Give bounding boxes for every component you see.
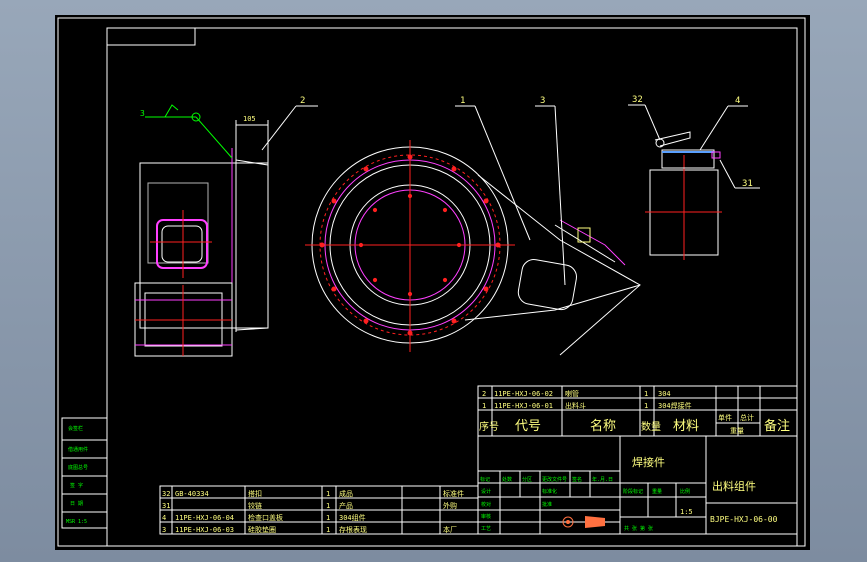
svg-text:存根表现: 存根表现 [339, 525, 367, 534]
svg-text:设计: 设计 [481, 488, 491, 495]
svg-text:批准: 批准 [542, 501, 552, 508]
bom-row-qty: 1 [644, 402, 648, 410]
bom-row-name: 出料斗 [565, 401, 586, 410]
svg-text:会签栏: 会签栏 [68, 425, 83, 432]
svg-text:共 张 第 张: 共 张 第 张 [624, 525, 653, 532]
svg-text:1: 1 [326, 490, 330, 498]
svg-text:标准件: 标准件 [443, 489, 464, 498]
svg-text:本厂: 本厂 [443, 525, 457, 534]
balloon-31: 31 [742, 179, 753, 189]
bom-row-code: 11PE-HXJ-06-02 [494, 390, 553, 398]
svg-text:检查口盖板: 检查口盖板 [248, 513, 283, 522]
svg-text:代号: 代号 [515, 419, 541, 434]
svg-text:重量: 重量 [730, 427, 744, 435]
svg-text:名称: 名称 [590, 418, 616, 434]
weld-symbol-label: 3 [140, 109, 145, 118]
balloon-32: 32 [632, 95, 643, 105]
bom-row-material: 304焊接件 [658, 401, 692, 410]
svg-text:日 期: 日 期 [70, 501, 83, 507]
drawing-sheet: 105 3 2 1 3 32 4 31 2 11PE-HXJ-06-02 喇管 … [55, 15, 810, 550]
svg-text:标记: 标记 [480, 476, 490, 483]
svg-text:材料: 材料 [673, 419, 699, 434]
svg-text:单件: 单件 [718, 413, 732, 422]
svg-text:GB-40334: GB-40334 [175, 490, 209, 498]
svg-text:1: 1 [326, 502, 330, 510]
balloon-1: 1 [460, 96, 465, 106]
drawing-number: BJPE-HXJ-06-00 [710, 515, 778, 524]
svg-text:硅胶垫圈: 硅胶垫圈 [248, 525, 276, 534]
svg-text:处数: 处数 [502, 476, 512, 483]
svg-text:31: 31 [162, 502, 170, 510]
svg-text:4: 4 [162, 514, 166, 522]
svg-text:标准化: 标准化 [542, 488, 557, 495]
dimension-label: 105 [243, 115, 256, 123]
svg-text:1: 1 [326, 526, 330, 534]
svg-text:产品: 产品 [339, 501, 353, 510]
bom-row-no: 2 [482, 390, 486, 398]
svg-text:签 字: 签 字 [70, 482, 83, 489]
bom-row-code: 11PE-HXJ-06-01 [494, 402, 553, 410]
svg-text:重量: 重量 [652, 488, 662, 495]
svg-text:审核: 审核 [481, 513, 491, 520]
balloon-3: 3 [540, 96, 545, 106]
svg-text:304组件: 304组件 [339, 513, 366, 522]
scale-value: 1:5 [680, 508, 693, 516]
svg-text:借通用件: 借通用件 [68, 446, 88, 453]
svg-text:3: 3 [162, 526, 166, 534]
bom-row-material: 304 [658, 390, 671, 398]
svg-text:总计: 总计 [740, 413, 754, 422]
svg-text:序号: 序号 [479, 420, 499, 433]
part-title: 焊接件 [632, 455, 665, 469]
bom-row-no: 1 [482, 402, 486, 410]
balloon-2: 2 [300, 96, 305, 106]
svg-text:阶段标记: 阶段标记 [623, 488, 643, 495]
drawing-name: 出料组件 [712, 479, 756, 493]
svg-text:数量: 数量 [641, 420, 661, 433]
svg-text:底图总号: 底图总号 [68, 464, 88, 471]
svg-text:搭扣: 搭扣 [248, 489, 262, 498]
svg-text:11PE-HXJ-06-04: 11PE-HXJ-06-04 [175, 514, 234, 522]
svg-text:工艺: 工艺 [481, 526, 491, 532]
svg-text:分区: 分区 [522, 476, 532, 483]
svg-text:备注: 备注 [764, 418, 790, 434]
bom-row-name: 喇管 [565, 389, 579, 398]
bom-row-qty: 1 [644, 390, 648, 398]
svg-text:校对: 校对 [481, 501, 491, 508]
svg-text:32: 32 [162, 490, 170, 498]
svg-text:更改文件号: 更改文件号 [542, 476, 567, 483]
balloon-4: 4 [735, 96, 740, 106]
svg-text:MSR 1:5: MSR 1:5 [66, 519, 87, 525]
svg-text:年.月.日: 年.月.日 [592, 476, 613, 483]
svg-text:比例: 比例 [680, 488, 690, 495]
svg-text:1: 1 [326, 514, 330, 522]
cad-viewport[interactable]: 105 3 2 1 3 32 4 31 2 11PE-HXJ-06-02 喇管 … [0, 0, 867, 562]
svg-text:签名: 签名 [572, 476, 582, 483]
svg-text:铰链: 铰链 [248, 501, 262, 510]
svg-text:外购: 外购 [443, 501, 457, 510]
svg-text:11PE-HXJ-06-03: 11PE-HXJ-06-03 [175, 526, 234, 534]
svg-text:成品: 成品 [339, 489, 353, 498]
